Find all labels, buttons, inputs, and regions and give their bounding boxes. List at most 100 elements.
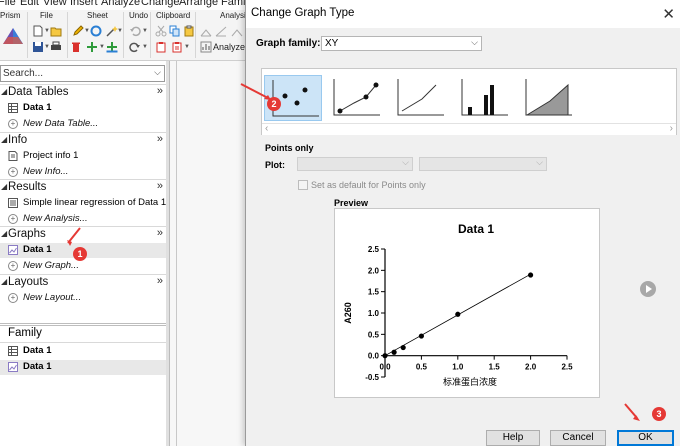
expand-arrow-icon[interactable]: ◢ <box>1 277 7 286</box>
nav-item-label: Data 1 <box>23 345 52 356</box>
prism-logo-icon[interactable] <box>2 27 24 45</box>
section-title: Results <box>8 181 47 193</box>
add-column-icon[interactable] <box>106 41 118 53</box>
graph-type-line-only[interactable] <box>392 75 450 121</box>
undo-icon[interactable] <box>129 25 141 37</box>
section-data-tables[interactable]: ◢ Data Tables » <box>0 84 167 100</box>
nav-item-label: Simple linear regression of Data 1 <box>23 197 167 208</box>
divider <box>176 61 177 446</box>
chevron-down-icon[interactable]: ▼ <box>117 28 123 34</box>
menu-change[interactable]: Change <box>141 0 180 8</box>
search-input[interactable]: Search... ⌵ <box>0 65 165 82</box>
graph-type-points-connected[interactable] <box>328 75 386 121</box>
chevron-down-icon[interactable]: ▼ <box>44 44 50 50</box>
x-tick-label: 1.5 <box>489 363 501 372</box>
section-info[interactable]: ◢ Info » <box>0 132 167 148</box>
nav-item-info[interactable]: Project info 1 <box>8 149 167 164</box>
nav-item-result[interactable]: Simple linear regression of Data 1 <box>8 196 167 211</box>
save-icon[interactable] <box>32 41 44 53</box>
chevron-down-icon[interactable]: ▼ <box>84 28 90 34</box>
ribbon-separator <box>27 12 28 58</box>
dialog-title: Change Graph Type <box>251 7 355 19</box>
nav-item-data-table[interactable]: Data 1 <box>8 101 167 116</box>
plot-select[interactable]: ⌵ <box>297 157 413 171</box>
annotation-badge-3: 3 <box>652 407 666 421</box>
points-connected-thumbnail-icon <box>333 79 380 116</box>
family-item-data-table[interactable]: Data 1 <box>8 344 168 359</box>
family-item-graph[interactable]: Data 1 <box>0 360 168 375</box>
delete-sheet-icon[interactable] <box>70 41 82 53</box>
sheet-settings-icon[interactable] <box>90 25 102 37</box>
help-button[interactable]: Help <box>486 430 540 446</box>
y-axis-label: A260 <box>343 302 353 324</box>
menu-arrange[interactable]: Arrange <box>179 0 218 8</box>
family-title: Family <box>8 327 42 339</box>
analyze-icon[interactable] <box>200 41 212 53</box>
play-icon[interactable] <box>640 281 656 297</box>
new-analysis-link[interactable]: + New Analysis... <box>8 212 167 227</box>
cancel-button[interactable]: Cancel <box>550 430 606 446</box>
plot-label: Plot: <box>265 160 285 170</box>
set-default-checkbox[interactable] <box>298 180 308 190</box>
analysis-chart-icon[interactable] <box>215 25 227 37</box>
expand-arrow-icon[interactable]: ◢ <box>1 182 7 191</box>
expand-arrow-icon[interactable]: ◢ <box>1 229 7 238</box>
new-data-table-link[interactable]: + New Data Table... <box>8 117 167 132</box>
add-sheet-icon[interactable] <box>86 41 98 53</box>
family-panel: Family Data 1 Data 1 <box>0 323 168 446</box>
open-file-icon[interactable] <box>50 25 62 37</box>
new-info-link[interactable]: + New Info... <box>8 165 167 180</box>
x-tick-label: 0.0 <box>379 363 391 372</box>
chevron-down-icon[interactable]: ▼ <box>99 44 105 50</box>
menu-edit[interactable]: Edit <box>20 0 39 8</box>
play-triangle-icon <box>646 285 652 293</box>
chevron-down-icon[interactable]: ▼ <box>44 28 50 34</box>
collapse-icon[interactable]: » <box>157 133 163 145</box>
menu-analyze[interactable]: Analyze <box>101 0 140 8</box>
menu-view[interactable]: View <box>43 0 67 8</box>
graph-type-area[interactable] <box>520 75 578 121</box>
analysis-chart-icon[interactable] <box>231 25 243 37</box>
line-only-thumbnail-icon <box>397 79 444 116</box>
section-layouts[interactable]: ◢ Layouts » <box>0 274 167 290</box>
preview-label: Preview <box>334 198 369 208</box>
gallery-scrollbar[interactable]: ‹ › <box>262 123 676 135</box>
collapse-icon[interactable]: » <box>157 275 163 287</box>
collapse-icon[interactable]: » <box>157 227 163 239</box>
chevron-down-icon[interactable]: ▼ <box>142 28 148 34</box>
menu-insert[interactable]: Insert <box>70 0 98 8</box>
ok-button[interactable]: OK <box>617 430 674 446</box>
graph-family-select[interactable]: XY ⌵ <box>321 36 482 51</box>
print-icon[interactable] <box>50 41 62 53</box>
close-icon[interactable]: ✕ <box>662 5 675 23</box>
analysis-chart-icon[interactable] <box>200 25 212 37</box>
chevron-down-icon[interactable]: ⌵ <box>154 67 161 78</box>
section-results[interactable]: ◢ Results » <box>0 179 167 195</box>
new-graph-link[interactable]: + New Graph... <box>8 259 167 274</box>
paste-special-icon[interactable] <box>183 25 195 37</box>
paste-icon[interactable] <box>155 41 167 53</box>
scroll-left-icon[interactable]: ‹ <box>265 123 268 134</box>
new-layout-link[interactable]: + New Layout... <box>8 291 167 306</box>
chevron-down-icon[interactable]: ▼ <box>184 44 190 50</box>
pencil-icon[interactable] <box>72 25 84 37</box>
collapse-icon[interactable]: » <box>157 85 163 97</box>
analyze-button[interactable]: Analyze <box>213 42 245 52</box>
chevron-down-icon[interactable]: ▼ <box>142 44 148 50</box>
dialog-title-bar: Change Graph Type ✕ <box>246 0 680 28</box>
expand-arrow-icon[interactable]: ◢ <box>1 87 7 96</box>
scroll-right-icon[interactable]: › <box>670 123 673 134</box>
section-graphs[interactable]: ◢ Graphs » <box>0 226 167 242</box>
menu-file[interactable]: File <box>0 0 16 8</box>
new-file-icon[interactable] <box>32 25 44 37</box>
graph-type-spikes[interactable] <box>456 75 514 121</box>
plot-option-select[interactable]: ⌵ <box>419 157 547 171</box>
copy-icon[interactable] <box>169 25 181 37</box>
expand-arrow-icon[interactable]: ◢ <box>1 135 7 144</box>
change-graph-type-dialog: Change Graph Type ✕ Graph family: XY ⌵ ‹… <box>245 0 680 446</box>
cut-icon[interactable] <box>155 25 167 37</box>
collapse-icon[interactable]: » <box>157 180 163 192</box>
data-table-icon <box>8 346 18 356</box>
redo-icon[interactable] <box>129 41 141 53</box>
clipboard-icon[interactable] <box>171 41 183 53</box>
